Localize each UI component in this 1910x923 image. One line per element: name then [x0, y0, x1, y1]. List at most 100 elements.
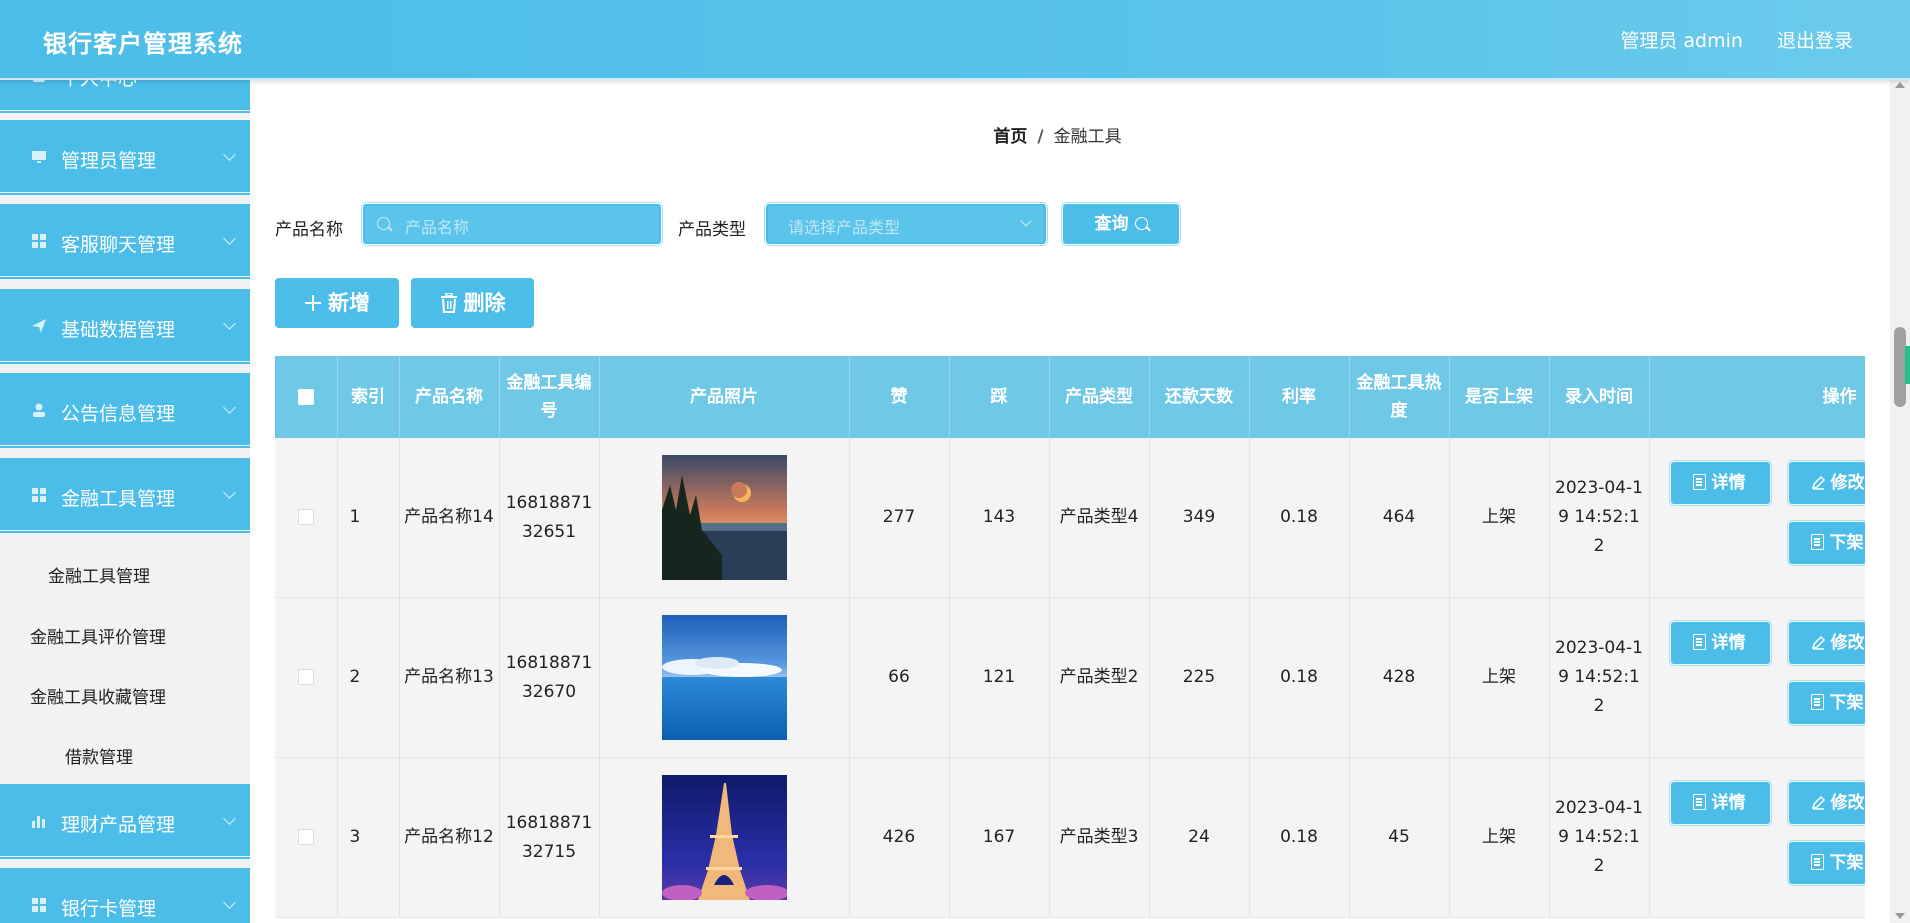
product-type-placeholder: 请选择产品类型	[788, 218, 901, 237]
page-scrollbar[interactable]	[1890, 78, 1910, 923]
select-all-checkbox[interactable]	[297, 389, 314, 405]
pencil-icon	[1811, 796, 1825, 810]
chevron-down-icon	[223, 317, 236, 330]
chevron-down-icon	[223, 896, 236, 909]
breadcrumb-home[interactable]: 首页	[993, 127, 1027, 147]
sidebar-item-wealth-products[interactable]: 理财产品管理	[0, 784, 250, 860]
document-icon	[1692, 474, 1706, 490]
col-product-type: 产品类型	[1049, 356, 1150, 438]
chevron-down-icon	[223, 812, 236, 825]
sidebar-subitem-tool-favorites[interactable]: 金融工具收藏管理	[30, 683, 166, 708]
sidebar-item-bank-cards[interactable]: 银行卡管理	[0, 868, 250, 923]
sidebar-subitem-loans[interactable]: 借款管理	[65, 743, 133, 768]
add-button-label: 新增	[328, 291, 370, 315]
row-repay-days: 24	[1149, 757, 1250, 918]
col-dislike: 踩	[949, 356, 1050, 438]
col-operations: 操作	[1649, 356, 1865, 438]
row-checkbox[interactable]	[297, 669, 314, 685]
row-select-cell	[275, 757, 338, 918]
app-title: 银行客户管理系统	[43, 30, 243, 58]
edit-button-label: 修改	[1830, 793, 1865, 813]
sidebar-item-label: 客服聊天管理	[61, 234, 176, 256]
row-repay-days: 349	[1149, 438, 1250, 598]
scroll-down-arrow-icon[interactable]	[1895, 913, 1905, 919]
search-icon	[377, 217, 390, 230]
edit-button[interactable]: 修改	[1786, 780, 1865, 826]
row-like: 277	[849, 438, 950, 598]
row-heat: 45	[1349, 757, 1450, 918]
edit-button[interactable]: 修改	[1786, 620, 1865, 666]
header-user-area: 管理员 admin 退出登录	[1592, 26, 1853, 53]
pencil-icon	[1811, 476, 1825, 490]
offline-button[interactable]: 下架	[1786, 680, 1865, 726]
financial-tools-table: 索引 产品名称 金融工具编号 产品照片 赞 踩 产品类型 还款天数 利率 金融工…	[275, 356, 1865, 923]
sidebar-subitem-tool-reviews[interactable]: 金融工具评价管理	[30, 623, 166, 648]
row-checkbox[interactable]	[297, 829, 314, 845]
row-on-shelf: 上架	[1449, 757, 1550, 918]
row-product-type: 产品类型3	[1049, 757, 1150, 918]
sidebar-item-label: 公告信息管理	[61, 403, 176, 425]
scroll-up-arrow-icon[interactable]	[1895, 82, 1905, 88]
col-entry-time: 录入时间	[1549, 356, 1650, 438]
row-tool-code: 1681887132715	[499, 757, 600, 918]
table-header-row: 索引 产品名称 金融工具编号 产品照片 赞 踩 产品类型 还款天数 利率 金融工…	[275, 356, 1865, 438]
product-photo[interactable]	[661, 455, 787, 580]
detail-button-label: 详情	[1711, 633, 1746, 653]
delete-button[interactable]: 删除	[411, 278, 534, 328]
pencil-icon	[1811, 636, 1825, 650]
sidebar-item-notice[interactable]: 公告信息管理	[0, 373, 250, 449]
row-product-name: 产品名称13	[399, 597, 500, 758]
sidebar-item-chat[interactable]: 客服聊天管理	[0, 204, 250, 280]
query-button-label: 查询	[1094, 214, 1129, 234]
col-tool-code: 金融工具编号	[499, 356, 600, 438]
document-icon	[1810, 694, 1824, 710]
detail-button[interactable]: 详情	[1668, 620, 1772, 666]
breadcrumb: 首页 / 金融工具	[250, 122, 1865, 147]
sidebar-item-basic-data[interactable]: 基础数据管理	[0, 289, 250, 365]
row-photo-cell	[599, 597, 850, 758]
chevron-down-icon	[223, 148, 236, 161]
sidebar: 个人中心 管理员管理 客服聊天管理 基础数据管理 公告信息管理 金融工具管理 金…	[0, 78, 250, 923]
sidebar-item-admin[interactable]: 管理员管理	[0, 120, 250, 196]
product-name-placeholder: 产品名称	[405, 218, 470, 237]
document-icon	[1810, 534, 1824, 550]
user-icon	[33, 403, 45, 417]
row-rate: 0.18	[1249, 757, 1350, 918]
detail-button[interactable]: 详情	[1668, 460, 1772, 506]
monitor-icon	[32, 151, 46, 163]
sidebar-item-label: 金融工具管理	[61, 488, 176, 510]
offline-button-label: 下架	[1829, 533, 1864, 553]
row-dislike: 167	[949, 757, 1050, 918]
query-button[interactable]: 查询	[1061, 202, 1181, 246]
row-checkbox[interactable]	[297, 509, 314, 525]
product-photo[interactable]	[661, 775, 787, 900]
product-photo[interactable]	[661, 615, 787, 740]
app-header: 银行客户管理系统 管理员 admin 退出登录	[0, 0, 1910, 80]
row-photo-cell	[599, 757, 850, 918]
row-select-cell	[275, 438, 338, 598]
sidebar-item-personal-center[interactable]: 个人中心	[0, 78, 250, 114]
document-icon	[1692, 634, 1706, 650]
offline-button[interactable]: 下架	[1786, 840, 1865, 886]
chevron-down-icon	[223, 401, 236, 414]
row-tool-code: 1681887132670	[499, 597, 600, 758]
bar-chart-icon	[32, 816, 45, 828]
logout-link[interactable]: 退出登录	[1777, 30, 1853, 52]
sidebar-subitem-tools[interactable]: 金融工具管理	[48, 562, 150, 587]
detail-button[interactable]: 详情	[1668, 780, 1772, 826]
row-product-type: 产品类型2	[1049, 597, 1150, 758]
product-type-select[interactable]: 请选择产品类型	[764, 202, 1048, 246]
col-rate: 利率	[1249, 356, 1350, 438]
edit-button[interactable]: 修改	[1786, 460, 1865, 506]
row-heat: 428	[1349, 597, 1450, 758]
row-entry-time: 2023-04-19 14:52:12	[1549, 438, 1650, 598]
sidebar-item-label: 管理员管理	[61, 150, 157, 172]
breadcrumb-separator: /	[1037, 127, 1044, 147]
sidebar-item-financial-tools[interactable]: 金融工具管理	[0, 458, 250, 534]
product-name-input[interactable]: 产品名称	[361, 202, 663, 246]
add-button[interactable]: 新增	[275, 278, 399, 328]
offline-button[interactable]: 下架	[1786, 520, 1865, 566]
side-tab[interactable]	[1905, 346, 1910, 384]
document-icon	[1810, 854, 1824, 870]
select-all-cell	[275, 356, 338, 438]
